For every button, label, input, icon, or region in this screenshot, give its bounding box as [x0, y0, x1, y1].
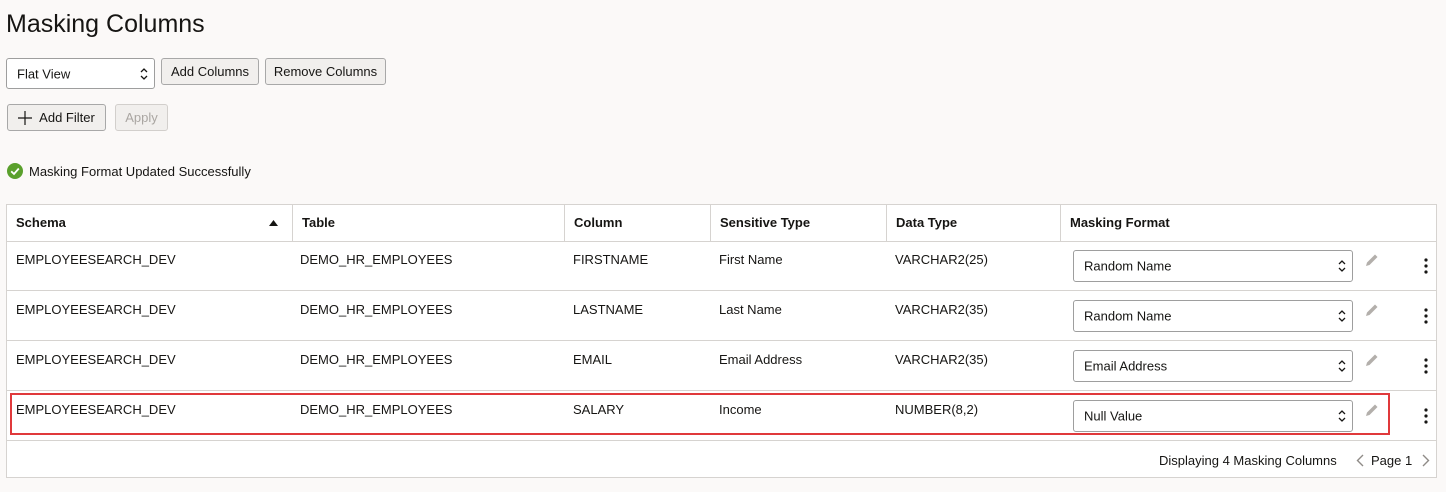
cell-data-type: NUMBER(8,2) [895, 402, 979, 417]
cell-column: SALARY [573, 402, 625, 417]
column-header-column[interactable]: Column [565, 205, 711, 241]
masking-format-select[interactable]: Random Name [1073, 250, 1353, 282]
chevron-left-icon[interactable] [1356, 454, 1364, 467]
add-filter-label: Add Filter [39, 110, 95, 125]
pencil-icon[interactable] [1364, 352, 1380, 368]
chevron-updown-icon [1338, 410, 1346, 422]
masking-format-value: Null Value [1084, 408, 1143, 424]
remove-columns-button[interactable]: Remove Columns [265, 58, 386, 85]
pencil-icon[interactable] [1364, 302, 1380, 318]
column-header-sensitive-type[interactable]: Sensitive Type [711, 205, 887, 241]
cell-column: EMAIL [573, 352, 613, 367]
chevron-updown-icon [1338, 310, 1346, 322]
apply-button[interactable]: Apply [115, 104, 168, 131]
view-select[interactable]: Flat View [6, 58, 155, 89]
chevron-updown-icon [1338, 360, 1346, 372]
table-header: Schema Table Column Sensitive Type Data … [7, 205, 1436, 242]
chevron-right-icon[interactable] [1422, 454, 1430, 467]
cell-sensitive-type: Income [719, 402, 762, 417]
kebab-icon[interactable] [1424, 358, 1428, 374]
cell-sensitive-type: First Name [719, 252, 783, 267]
masking-format-value: Random Name [1084, 258, 1172, 274]
chevron-updown-icon [140, 67, 148, 80]
cell-data-type: VARCHAR2(35) [895, 302, 988, 317]
view-select-value: Flat View [17, 66, 71, 81]
cell-table: DEMO_HR_EMPLOYEES [300, 252, 453, 267]
kebab-icon[interactable] [1424, 308, 1428, 324]
table-row: EMPLOYEESEARCH_DEV DEMO_HR_EMPLOYEES LAS… [7, 291, 1436, 341]
add-filter-button[interactable]: Add Filter [7, 104, 106, 131]
page-title: Masking Columns [6, 10, 205, 38]
masking-columns-table: Schema Table Column Sensitive Type Data … [6, 204, 1437, 478]
pagination-page: Page 1 [1371, 453, 1413, 468]
cell-schema: EMPLOYEESEARCH_DEV [16, 302, 176, 317]
cell-table: DEMO_HR_EMPLOYEES [300, 302, 453, 317]
cell-sensitive-type: Email Address [719, 352, 803, 367]
cell-column: LASTNAME [573, 302, 644, 317]
chevron-updown-icon [1338, 260, 1346, 272]
table-row: EMPLOYEESEARCH_DEV DEMO_HR_EMPLOYEES EMA… [7, 341, 1436, 391]
cell-schema: EMPLOYEESEARCH_DEV [16, 402, 176, 417]
masking-format-value: Random Name [1084, 308, 1172, 324]
cell-sensitive-type: Last Name [719, 302, 782, 317]
column-header-data-type[interactable]: Data Type [887, 205, 1061, 241]
cell-table: DEMO_HR_EMPLOYEES [300, 352, 453, 367]
cell-column: FIRSTNAME [573, 252, 649, 267]
kebab-icon[interactable] [1424, 408, 1428, 424]
column-header-table[interactable]: Table [293, 205, 565, 241]
column-header-masking-format[interactable]: Masking Format [1061, 205, 1436, 241]
table-row: EMPLOYEESEARCH_DEV DEMO_HR_EMPLOYEES FIR… [7, 241, 1436, 291]
cell-data-type: VARCHAR2(25) [895, 252, 988, 267]
plus-icon [18, 110, 33, 125]
cell-schema: EMPLOYEESEARCH_DEV [16, 352, 176, 367]
sort-ascending-icon[interactable] [269, 220, 278, 226]
cell-data-type: VARCHAR2(35) [895, 352, 988, 367]
kebab-icon[interactable] [1424, 258, 1428, 274]
cell-schema: EMPLOYEESEARCH_DEV [16, 252, 176, 267]
masking-format-value: Email Address [1084, 358, 1168, 374]
pencil-icon[interactable] [1364, 402, 1380, 418]
status-message: Masking Format Updated Successfully [7, 163, 251, 179]
masking-format-select[interactable]: Null Value [1073, 400, 1353, 432]
table-footer: Displaying 4 Masking Columns Page 1 [7, 441, 1436, 477]
masking-format-select[interactable]: Email Address [1073, 350, 1353, 382]
column-header-schema[interactable]: Schema [7, 205, 293, 241]
check-circle-icon [7, 163, 23, 179]
add-columns-button[interactable]: Add Columns [161, 58, 259, 85]
cell-table: DEMO_HR_EMPLOYEES [300, 402, 453, 417]
masking-format-select[interactable]: Random Name [1073, 300, 1353, 332]
pagination-summary: Displaying 4 Masking Columns [1159, 453, 1337, 468]
status-text: Masking Format Updated Successfully [29, 163, 251, 179]
table-row: EMPLOYEESEARCH_DEV DEMO_HR_EMPLOYEES SAL… [7, 391, 1436, 441]
pencil-icon[interactable] [1364, 252, 1380, 268]
